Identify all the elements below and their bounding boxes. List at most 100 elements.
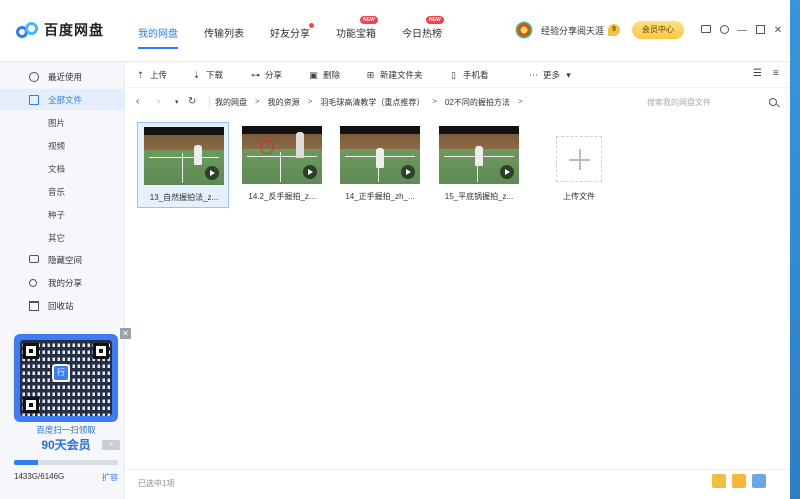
tab-label: 功能宝箱	[336, 29, 376, 40]
sidebar-item-recent[interactable]: 最近使用	[0, 66, 125, 87]
close-button[interactable]: ✕	[770, 25, 786, 37]
button-label: 下载	[206, 70, 224, 80]
sidebar-item-label: 回收站	[48, 300, 74, 311]
upload-file-label: 上传文件	[563, 192, 595, 201]
breadcrumb-separator: >	[432, 97, 438, 106]
phone-icon: ▯	[451, 69, 456, 80]
tab-transfer-list[interactable]: 传输列表	[204, 25, 244, 40]
tab-label: 今日热榜	[402, 29, 442, 40]
breadcrumb-item[interactable]: 羽毛球高清教学（重点推荐）	[320, 97, 424, 108]
qr-frame: 行	[14, 334, 118, 422]
play-icon	[401, 165, 415, 179]
status-bar: 已选中1项	[125, 469, 790, 499]
new-folder-button[interactable]: ⊞ 新建文件夹	[366, 69, 423, 81]
app-window: 百度网盘 我的网盘 传输列表 好友分享 功能宝箱 NEW 今日热榜 NEW 经验分享…	[0, 0, 790, 499]
tray-app-icon[interactable]	[732, 474, 746, 488]
sidebar-item-images[interactable]: 图片	[0, 112, 125, 133]
tab-my-netdisk[interactable]: 我的网盘	[138, 25, 178, 49]
baidu-netdisk-logo-icon	[16, 20, 38, 40]
forward-arrow-icon[interactable]: ›	[157, 96, 160, 107]
back-arrow-icon[interactable]: ‹	[136, 96, 139, 107]
breadcrumb-item[interactable]: 我的资源	[268, 97, 300, 108]
sidebar-item-hidden-space[interactable]: 隐藏空间	[0, 249, 125, 270]
qr-finder	[23, 343, 39, 359]
sidebar-item-torrents[interactable]: 种子	[0, 204, 125, 225]
tab-label: 好友分享	[270, 29, 310, 40]
sidebar-item-label: 视频	[48, 140, 66, 151]
button-label: 上传	[150, 70, 168, 80]
tab-label: 我的网盘	[138, 29, 178, 40]
selection-status: 已选中1项	[138, 479, 175, 488]
storage-usage: 1433G/6146G 扩容	[14, 460, 118, 482]
tab-toolbox[interactable]: 功能宝箱 NEW	[336, 16, 378, 40]
mail-icon[interactable]	[698, 25, 714, 37]
sidebar-item-all-files[interactable]: 全部文件	[0, 89, 125, 110]
trash-icon	[29, 300, 39, 311]
breadcrumb-item[interactable]: 02不同的握拍方法	[445, 97, 510, 108]
sidebar-item-others[interactable]: 其它	[0, 227, 125, 248]
refresh-icon[interactable]: ↻	[188, 96, 196, 107]
new-badge: NEW	[426, 16, 444, 24]
download-button[interactable]: ⇣ 下载	[192, 69, 223, 81]
phone-view-button[interactable]: ▯ 手机看	[449, 69, 489, 81]
file-item[interactable]: 15_平底锅握拍_z...	[433, 122, 525, 208]
sidebar-item-videos[interactable]: 视频	[0, 135, 125, 156]
history-dropdown-icon[interactable]: ▾	[175, 98, 179, 106]
video-thumbnail	[242, 126, 322, 184]
avatar[interactable]	[515, 21, 533, 39]
trash-icon: ▣	[309, 69, 318, 80]
breadcrumb: 我的网盘 > 我的资源 > 羽毛球高清教学（重点推荐） > 02不同的握拍方法 >	[215, 97, 531, 108]
search-icon[interactable]	[769, 98, 777, 106]
file-item[interactable]: 13_自然握拍法_z...	[137, 122, 229, 208]
storage-bar	[14, 460, 118, 465]
sidebar-item-documents[interactable]: 文档	[0, 158, 125, 179]
tab-hot-list[interactable]: 今日热榜 NEW	[402, 16, 444, 40]
expand-storage-link[interactable]: 扩容	[102, 472, 118, 483]
button-label: 分享	[265, 70, 283, 80]
video-thumbnail	[439, 126, 519, 184]
sort-icon[interactable]: ☰	[753, 68, 762, 79]
button-label: 更多	[543, 70, 561, 80]
close-promo-button[interactable]: ✕	[120, 328, 131, 339]
delete-button[interactable]: ▣ 删除	[309, 69, 340, 81]
file-item[interactable]: 14.2_反手握拍_z...	[236, 122, 328, 208]
file-item[interactable]: 14_正手握拍_zh_...	[334, 122, 426, 208]
breadcrumb-item[interactable]: 我的网盘	[215, 97, 247, 108]
sidebar-item-label: 其它	[48, 232, 66, 243]
breadcrumb-bar: ‹ › ▾ ↻ 我的网盘 > 我的资源 > 羽毛球高清教学（重点推荐） > 02不同的…	[125, 90, 790, 114]
promo-qr-card[interactable]: 行 ✕ 百度扫一扫领取 90天会员 »	[14, 328, 131, 452]
tray-app-icon[interactable]	[712, 474, 726, 488]
toolbar: ⇡ 上传 ⇣ 下载 ⊶ 分享 ▣ 删除 ⊞ 新建文件夹 ▯ 手机看 ⋯ 更多 ▾ ☰ ≡	[125, 62, 790, 88]
tray-app-icon[interactable]	[752, 474, 766, 488]
list-view-icon[interactable]: ≡	[773, 68, 779, 79]
sidebar-item-label: 我的分享	[48, 277, 83, 288]
file-name: 13_自然握拍法_z...	[149, 193, 219, 202]
search-input[interactable]	[643, 94, 783, 111]
more-button[interactable]: ⋯ 更多 ▾	[529, 69, 573, 81]
tab-friend-share[interactable]: 好友分享	[270, 23, 314, 40]
sidebar-item-music[interactable]: 音乐	[0, 181, 125, 202]
user-name[interactable]: 经验分享阅天涯	[541, 24, 604, 37]
chevron-right-icon[interactable]: »	[102, 440, 120, 450]
tab-label: 传输列表	[204, 29, 244, 40]
share-icon: ⊶	[251, 69, 260, 80]
taskbar-tray	[712, 474, 772, 488]
minimize-button[interactable]: —	[734, 25, 750, 37]
sidebar-item-my-shares[interactable]: 我的分享	[0, 272, 125, 293]
title-bar: 百度网盘 我的网盘 传输列表 好友分享 功能宝箱 NEW 今日热榜 NEW 经验分享…	[0, 0, 790, 62]
clock-icon	[29, 71, 39, 82]
file-name: 15_平底锅握拍_z...	[444, 192, 514, 201]
upload-file-tile[interactable]: 上传文件	[548, 130, 608, 204]
share-button[interactable]: ⊶ 分享	[251, 69, 282, 81]
sidebar-item-recycle-bin[interactable]: 回收站	[0, 295, 125, 316]
maximize-button[interactable]	[752, 25, 768, 37]
sidebar-item-label: 全部文件	[48, 94, 83, 105]
video-thumbnail	[340, 126, 420, 184]
file-name: 14.2_反手握拍_z...	[248, 192, 316, 201]
desktop-background	[790, 0, 800, 499]
vip-center-button[interactable]: 会员中心	[632, 21, 685, 39]
settings-gear-icon[interactable]	[716, 25, 732, 37]
download-icon: ⇣	[192, 69, 201, 80]
upload-button[interactable]: ⇡ 上传	[136, 69, 167, 81]
sidebar-item-label: 隐藏空间	[48, 254, 83, 265]
